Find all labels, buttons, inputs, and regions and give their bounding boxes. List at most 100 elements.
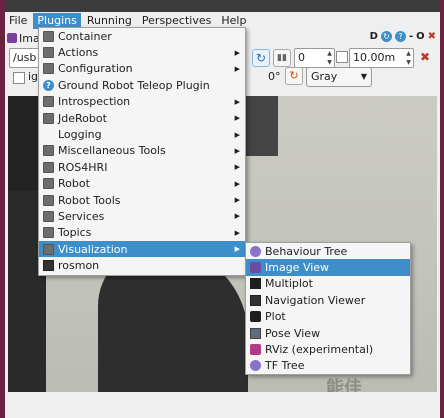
menu-item-robot[interactable]: Robot ▶ — [39, 176, 245, 192]
clear-icon[interactable]: ✖ — [415, 48, 435, 66]
submenu-arrow-icon: ▶ — [234, 48, 240, 57]
submenu-arrow-icon: ▶ — [234, 228, 240, 237]
menu-item-label: Configuration — [58, 62, 133, 76]
submenu-arrow-icon: ▶ — [234, 163, 240, 172]
menu-item-label: Image View — [265, 261, 330, 275]
submenu-arrow-icon: ▶ — [234, 130, 240, 139]
folder-icon — [43, 178, 54, 190]
folder-icon — [43, 145, 54, 157]
menu-item-introspection[interactable]: Introspection ▶ — [39, 94, 245, 110]
multiplot-icon — [250, 278, 261, 290]
menu-item-miscellaneous-tools[interactable]: Miscellaneous Tools ▶ — [39, 143, 245, 159]
submenu-arrow-icon: ▶ — [234, 114, 240, 123]
menu-item-label: Logging — [58, 128, 102, 142]
menu-item-ground-robot-teleop[interactable]: ? Ground Robot Teleop Plugin — [39, 77, 245, 93]
menu-item-label: ROS4HRI — [58, 160, 108, 174]
menu-item-behaviour-tree[interactable]: Behaviour Tree — [246, 243, 410, 259]
menu-item-label: Visualization — [58, 242, 128, 256]
submenu-arrow-icon: ▶ — [234, 146, 240, 155]
number-spinbox[interactable]: 0 ▲ ▼ — [294, 48, 335, 68]
help-button[interactable]: ? — [394, 31, 406, 42]
float-button[interactable]: O — [416, 31, 425, 42]
menu-item-services[interactable]: Services ▶ — [39, 208, 245, 224]
plot-icon — [250, 311, 261, 323]
menu-item-label: Miscellaneous Tools — [58, 144, 166, 158]
tree-icon — [250, 245, 261, 257]
menu-item-label: Plot — [265, 310, 286, 324]
rotate-icon[interactable]: ↻ — [285, 67, 303, 85]
folder-icon — [43, 47, 54, 59]
distance-spinbox[interactable]: 10.00m ▲ ▼ — [349, 48, 414, 68]
watermark-text: 能佳 — [326, 378, 362, 392]
menu-item-robot-tools[interactable]: Robot Tools ▶ — [39, 192, 245, 208]
minimize-button[interactable]: - — [409, 31, 413, 42]
menu-item-image-view[interactable]: Image View — [246, 259, 410, 276]
image-icon — [250, 262, 261, 274]
menu-item-label: rosmon — [58, 259, 100, 273]
menu-item-pose-view[interactable]: Pose View — [246, 325, 410, 341]
menu-item-label: Robot Tools — [58, 193, 121, 207]
chevron-down-icon: ▼ — [360, 72, 367, 81]
reload-icon[interactable]: ↻ — [380, 31, 392, 42]
menu-item-topics[interactable]: Topics ▶ — [39, 225, 245, 241]
menu-item-visualization[interactable]: Visualization ▶ — [39, 241, 245, 258]
menu-item-jderobot[interactable]: JdeRobot ▶ — [39, 110, 245, 126]
menu-item-label: Behaviour Tree — [265, 244, 348, 258]
submenu-arrow-icon: ▶ — [234, 245, 240, 254]
option-checkbox-label: ig — [28, 70, 39, 83]
menu-item-label: Multiplot — [265, 277, 313, 291]
menu-item-label: Topics — [58, 226, 92, 240]
color-scheme-combo[interactable]: Gray ▼ — [306, 67, 372, 87]
help-icon: ? — [43, 79, 54, 91]
image-view-icon — [7, 33, 17, 43]
folder-icon — [43, 161, 54, 173]
submenu-arrow-icon: ▶ — [234, 179, 240, 188]
dock-button[interactable]: D — [370, 31, 378, 42]
menu-item-label: Robot — [58, 177, 90, 191]
close-icon[interactable]: ✖ — [428, 31, 436, 42]
status-bar — [5, 394, 440, 418]
distance-value: 10.00m — [353, 51, 396, 64]
submenu-arrow-icon: ▶ — [234, 196, 240, 205]
menu-item-label: Services — [58, 209, 105, 223]
menu-item-navigation-viewer[interactable]: Navigation Viewer — [246, 292, 410, 308]
visualization-submenu: Behaviour Tree Image View Multiplot Navi… — [245, 242, 411, 375]
menu-item-label: Ground Robot Teleop Plugin — [58, 78, 210, 92]
menu-item-configuration[interactable]: Configuration ▶ — [39, 61, 245, 77]
menu-item-plot[interactable]: Plot — [246, 309, 410, 325]
number-value: 0 — [298, 51, 305, 64]
menu-item-rosmon[interactable]: rosmon — [39, 257, 245, 273]
rotation-label: 0° — [268, 70, 281, 83]
menu-item-label: RViz (experimental) — [265, 343, 374, 357]
blank-icon — [43, 129, 54, 140]
submenu-arrow-icon: ▶ — [234, 64, 240, 73]
monitor-icon — [43, 260, 54, 272]
folder-icon — [43, 243, 54, 255]
folder-icon — [43, 63, 54, 75]
menu-item-label: Container — [58, 29, 112, 43]
plugins-menu: Container Actions ▶ Configuration ▶ ? Gr… — [38, 27, 246, 276]
refresh-topics-button[interactable]: ↻ — [252, 49, 270, 67]
pause-icon[interactable]: ▮▮ — [273, 49, 291, 67]
menu-item-multiplot[interactable]: Multiplot — [246, 276, 410, 292]
monitor-icon — [250, 294, 261, 306]
menu-item-label: Pose View — [265, 326, 321, 340]
menu-item-logging[interactable]: Logging ▶ — [39, 126, 245, 142]
smooth-checkbox[interactable] — [336, 51, 348, 63]
distance-arrows-icon[interactable]: ▲ ▼ — [404, 49, 413, 67]
folder-icon — [43, 227, 54, 239]
plugin-title-buttons: D ↻ ? - O ✖ — [370, 31, 436, 42]
spin-arrows-icon[interactable]: ▲ ▼ — [325, 49, 334, 67]
menu-item-tf-tree[interactable]: TF Tree — [246, 358, 410, 374]
option-checkbox[interactable] — [13, 72, 25, 84]
menu-item-ros4hri[interactable]: ROS4HRI ▶ — [39, 159, 245, 175]
folder-icon — [43, 112, 54, 124]
menu-item-label: Navigation Viewer — [265, 293, 366, 307]
menu-item-rviz[interactable]: RViz (experimental) — [246, 341, 410, 357]
menu-item-actions[interactable]: Actions ▶ — [39, 44, 245, 60]
folder-icon — [43, 210, 54, 222]
menu-file[interactable]: File — [5, 13, 31, 29]
submenu-arrow-icon: ▶ — [234, 97, 240, 106]
menu-item-label: JdeRobot — [58, 111, 107, 125]
menu-item-container[interactable]: Container — [39, 28, 245, 44]
